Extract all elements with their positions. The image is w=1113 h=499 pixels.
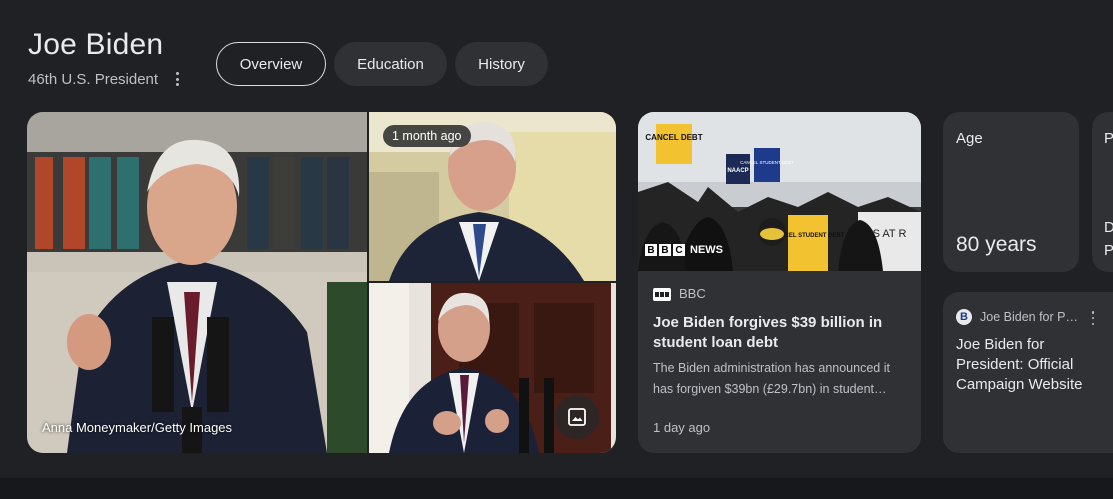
tab-history[interactable]: History (455, 42, 548, 86)
news-time: 1 day ago (653, 420, 711, 435)
website-source: Joe Biden for P… (980, 310, 1078, 324)
news-source: BBC (679, 286, 706, 301)
bbc-logo-letter: B (659, 244, 671, 256)
age-label: Age (956, 130, 983, 147)
bbc-logo-letter: B (645, 244, 657, 256)
bbc-logo-word: NEWS (690, 244, 723, 256)
main-photo[interactable] (27, 112, 367, 453)
image-collage[interactable] (27, 112, 616, 453)
site-favicon-icon: B (956, 309, 972, 325)
website-more-icon[interactable] (1090, 311, 1096, 325)
age-value: 80 years (956, 233, 1037, 256)
bottom-divider (0, 478, 1113, 499)
tab-education[interactable]: Education (334, 42, 447, 86)
sign-text-2: NAACP (727, 168, 748, 174)
next-fact-label: P (1104, 130, 1113, 147)
website-title[interactable]: Joe Biden for President: Official Campai… (956, 335, 1106, 395)
image-gallery-icon (568, 408, 586, 426)
news-title[interactable]: Joe Biden forgives $39 billion in studen… (653, 313, 909, 353)
time-badge: 1 month ago (383, 125, 471, 147)
bbc-news-logo: B B C NEWS (645, 244, 723, 256)
sign-text-1: CANCEL DEBT (645, 133, 702, 142)
tab-overview[interactable]: Overview (216, 42, 326, 86)
more-options-icon[interactable] (170, 70, 184, 88)
news-snippet: The Biden administration has announced i… (653, 361, 890, 396)
sign-text-3: CANCEL STUDENT DEBT (740, 160, 794, 165)
photo-credit: Anna Moneymaker/Getty Images (42, 420, 233, 435)
page-title: Joe Biden (28, 28, 164, 61)
news-card[interactable]: CANCEL DEBT NAACP CANCEL STUDENT DEBT IS… (638, 112, 921, 453)
bbc-logo-letter: C (673, 244, 685, 256)
knowledge-panel: Joe Biden 46th U.S. President Overview E… (0, 0, 1113, 499)
next-fact-line-1: D (1104, 219, 1113, 236)
image-gallery-button[interactable] (555, 395, 599, 439)
next-fact-line-2: P (1104, 242, 1113, 259)
bbc-source-icon (653, 288, 671, 301)
page-subtitle: 46th U.S. President (28, 71, 159, 88)
